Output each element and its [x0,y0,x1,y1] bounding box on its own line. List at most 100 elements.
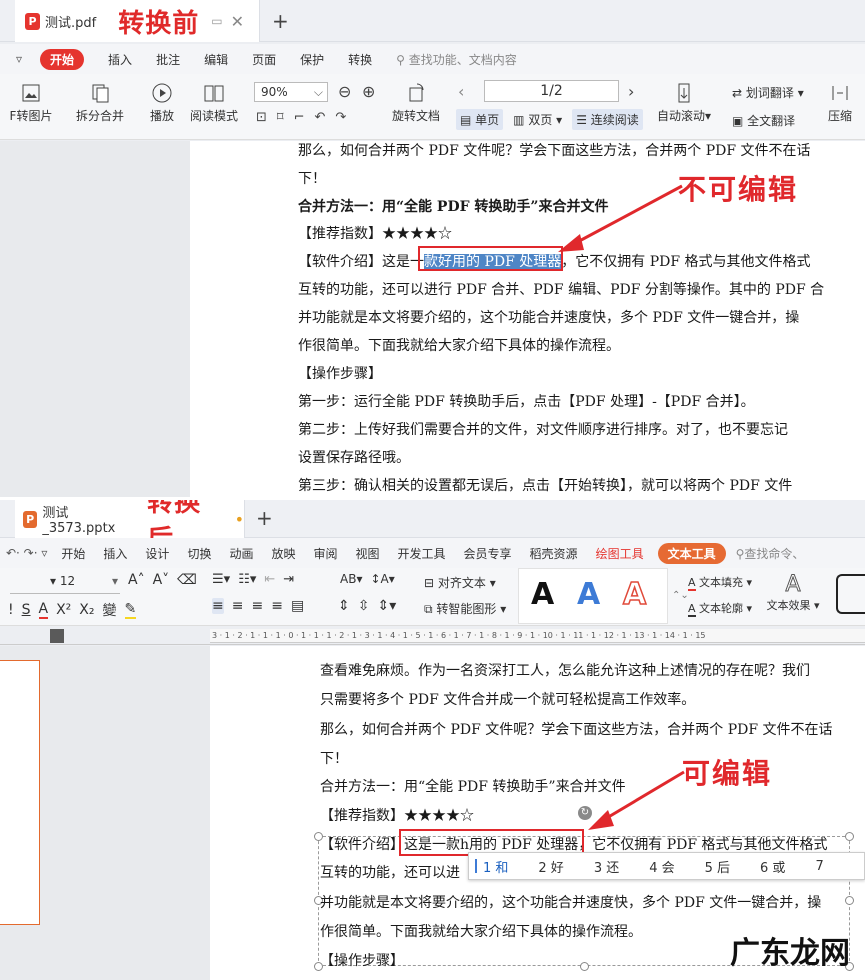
menu-item-home[interactable]: 开始 [61,545,85,562]
candidate-2[interactable]: 2 好 [538,857,563,876]
horizontal-ruler[interactable]: 3 · 1 · 2 · 1 · 1 · 1 · 0 · 1 · 1 · 1 · … [210,629,865,643]
menu-item-convert[interactable]: 转换 [348,51,372,68]
chevron-down-icon[interactable]: ▿ [16,52,22,66]
continuous-reading-button[interactable]: ☰ 连续阅读 [572,108,643,130]
text-fill-button[interactable]: A 文本填充 ▾ [688,574,752,591]
align-text-button[interactable]: ⊟ 对齐文本 ▾ [424,574,496,591]
full-translate-button[interactable]: ▣ 全文翻译 [732,112,795,129]
subscript-icon[interactable]: X₂ [79,602,94,618]
shrink-font-icon[interactable]: A˅ [153,572,170,588]
candidate-7[interactable]: 7 [815,859,823,874]
font-color-icon[interactable]: A [38,601,49,619]
menu-item-developer[interactable]: 开发工具 [398,545,446,562]
next-page-icon[interactable]: › [628,82,634,101]
line-spacing-icon[interactable]: ↕A▾ [370,572,394,586]
candidate-6[interactable]: 6 或 [760,857,785,876]
fit-width-icon[interactable]: ⌐ [294,110,305,125]
candidate-5[interactable]: 5 后 [705,857,730,876]
text-effect-button[interactable]: A 文本效果 ▾ [764,572,822,613]
text-style-black[interactable]: A [531,577,554,612]
menu-item-edit[interactable]: 编辑 [204,51,228,68]
split-merge-button[interactable]: 拆分合并 [66,82,134,124]
actual-size-icon[interactable]: ⊡ [256,110,267,125]
candidate-4[interactable]: 4 会 [649,857,674,876]
candidate-1[interactable]: 1 和 [483,857,508,876]
menu-item-protect[interactable]: 保护 [300,51,324,68]
align-center-icon[interactable]: ≡ [232,598,244,614]
word-translate-button[interactable]: ⇄ 划词翻译 ▾ [732,84,804,101]
spacing-menu-icon[interactable]: ⇕▾ [377,598,396,614]
phonetic-icon[interactable]: 變 [103,600,117,620]
distribute-icon[interactable]: ▤ [291,598,304,614]
menu-item-design[interactable]: 设计 [145,545,169,562]
text-outline-button[interactable]: A 文本轮廓 ▾ [688,600,752,617]
align-left-icon[interactable]: ≡ [212,598,224,614]
text-style-blue[interactable]: A [577,577,600,612]
single-page-button[interactable]: ▤ 单页 [456,108,504,130]
document-tab[interactable]: P 测试.pdf 转换前 ▭ ✕ [15,0,260,42]
search-box[interactable]: ⚲ 查找功能、文档内容 [396,51,517,68]
underline-icon[interactable]: S [22,602,31,618]
menu-item-insert[interactable]: 插入 [108,51,132,68]
zoom-in-icon[interactable]: ⊕ [362,82,375,101]
candidate-3[interactable]: 3 还 [594,857,619,876]
menu-item-resources[interactable]: 稻壳资源 [530,545,578,562]
tab-stop-icon[interactable] [50,629,64,643]
menu-item-text-tools[interactable]: 文本工具 [657,542,726,564]
rotate-right-icon[interactable]: ↷ [335,110,346,125]
text-box-preview[interactable] [836,574,865,614]
bullet-list-icon[interactable]: ☰▾ [212,572,230,587]
menu-item-transition[interactable]: 切换 [187,545,211,562]
auto-scroll-button[interactable]: 自动滚动▾ [652,82,716,124]
undo-redo-icons[interactable]: ↶· ↷· ▿ [6,546,47,560]
prev-page-icon[interactable]: ‹ [458,82,464,101]
reading-mode-button[interactable]: 阅读模式 [186,82,242,124]
resize-handle[interactable] [580,962,589,971]
rotate-document-button[interactable]: 旋转文档 [390,82,442,124]
highlight-icon[interactable]: ✎ [124,601,137,619]
menu-item-insert[interactable]: 插入 [103,545,127,562]
new-tab-icon[interactable]: + [256,506,273,530]
gallery-scroll-icon[interactable]: ⌃⌄ [672,590,689,601]
zoom-out-icon[interactable]: ⊖ [338,82,351,101]
resize-handle[interactable] [845,832,854,841]
text-style-outline-red[interactable]: A [622,576,647,613]
line-height-icon[interactable]: ⇳ [358,598,370,614]
zoom-select[interactable]: 90% ⌵ [254,82,328,102]
menu-item-slideshow[interactable]: 放映 [271,545,295,562]
close-tab-icon[interactable]: ✕ [231,12,244,31]
justify-icon[interactable]: ≡ [271,598,283,614]
menu-item-animation[interactable]: 动画 [229,545,253,562]
superscript-icon[interactable]: X² [56,602,71,618]
menu-item-member[interactable]: 会员专享 [464,545,512,562]
resize-handle[interactable] [845,896,854,905]
para-spacing-icon[interactable]: ⇕ [338,598,350,614]
grow-font-icon[interactable]: A˄ [128,572,145,588]
double-page-button[interactable]: ▥ 双页 ▾ [509,109,566,130]
page-indicator[interactable]: 1/2 [484,80,619,102]
menu-item-view[interactable]: 视图 [356,545,380,562]
fit-page-icon[interactable]: ⌑ [277,110,284,125]
text-direction-icon[interactable]: AB▾ [340,572,362,586]
new-tab-icon[interactable]: + [272,9,289,33]
document-tab[interactable]: P 测试_3573.pptx 转换后 • [15,500,245,555]
slide-thumbnail[interactable] [0,660,40,925]
smart-shape-button[interactable]: ⧉ 转智能图形 ▾ [424,600,506,617]
numbered-list-icon[interactable]: ☷▾ [238,572,256,587]
compress-button[interactable]: 压缩 [820,82,860,124]
italic-icon[interactable]: ! [8,602,14,618]
menu-item-review[interactable]: 审阅 [313,545,337,562]
search-box[interactable]: ⚲查找命令、 [736,545,805,562]
rotate-left-icon[interactable]: ↶ [314,110,325,125]
menu-item-drawing-tools[interactable]: 绘图工具 [596,545,644,562]
menu-item-home[interactable]: 开始 [40,48,85,70]
menu-item-comment[interactable]: 批注 [156,51,180,68]
eraser-icon[interactable]: ⌫ [177,572,197,588]
indent-icon[interactable]: ⇥ [283,572,294,587]
play-button[interactable]: 播放 [142,82,182,124]
font-size-select[interactable]: ▾ 12 ▾ [10,574,120,594]
menu-item-page[interactable]: 页面 [252,51,276,68]
pdf-to-image-button[interactable]: F转图片 [2,82,60,124]
outdent-icon[interactable]: ⇤ [264,572,275,587]
align-right-icon[interactable]: ≡ [251,598,263,614]
